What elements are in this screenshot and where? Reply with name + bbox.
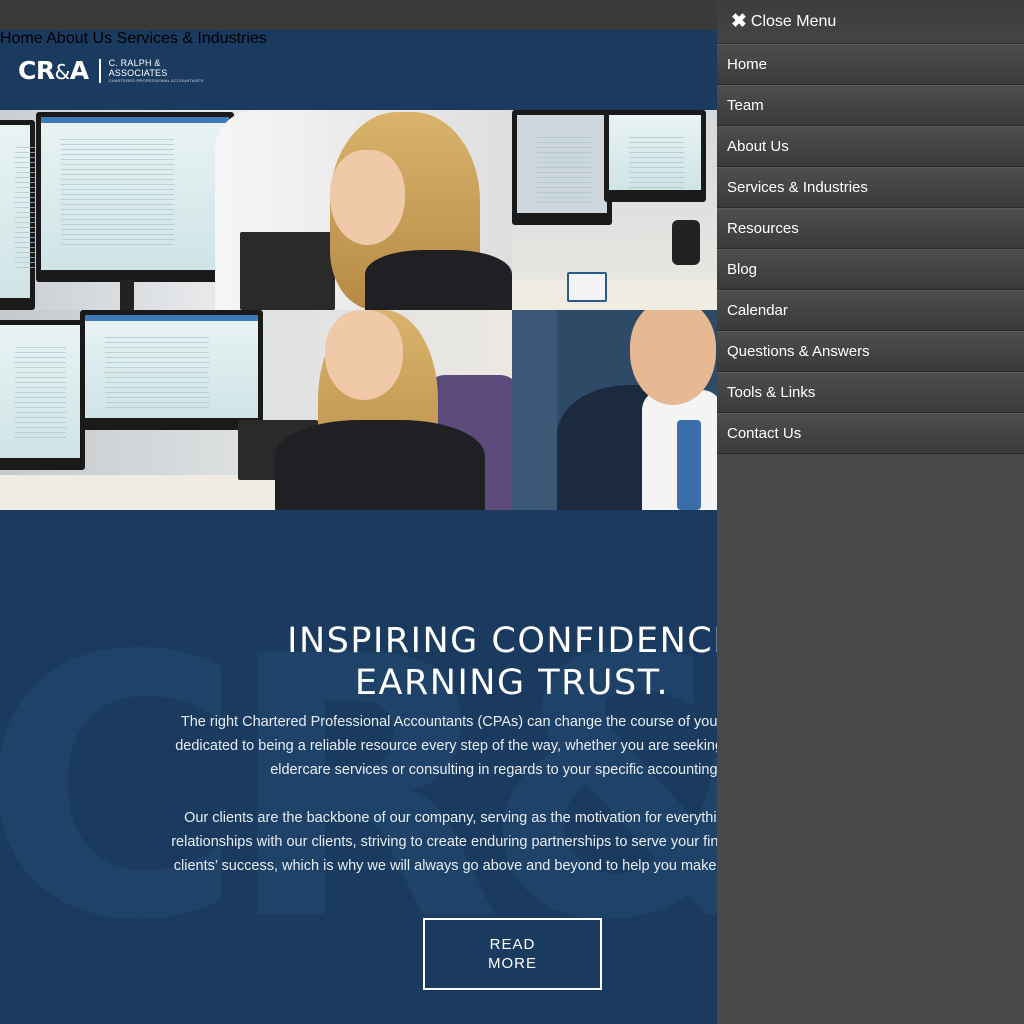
menu-item-calendar[interactable]: Calendar (717, 290, 1024, 331)
menu-item-blog[interactable]: Blog (717, 249, 1024, 290)
nav-about-us[interactable]: About Us (46, 30, 112, 47)
menu-item-questions-answers[interactable]: Questions & Answers (717, 331, 1024, 372)
menu-item-resources[interactable]: Resources (717, 208, 1024, 249)
logo-mark: CR&A (18, 56, 89, 85)
side-menu: ✖ Close Menu Home Team About Us Services… (717, 0, 1024, 1024)
menu-item-about-us[interactable]: About Us (717, 126, 1024, 167)
photo-woman-at-desk (0, 110, 512, 310)
menu-item-home[interactable]: Home (717, 44, 1024, 85)
menu-item-services-industries[interactable]: Services & Industries (717, 167, 1024, 208)
close-menu-button[interactable]: ✖ Close Menu (717, 0, 1024, 44)
menu-item-team[interactable]: Team (717, 85, 1024, 126)
photo-office-desk (512, 110, 717, 310)
logo-company-name: C. RALPH & ASSOCIATES CHARTERED PROFESSI… (108, 57, 204, 83)
close-menu-label: Close Menu (750, 12, 837, 30)
read-more-button[interactable]: READ MORE (423, 918, 602, 990)
nav-home[interactable]: Home (0, 30, 43, 47)
site-logo[interactable]: CR&A C. RALPH & ASSOCIATES CHARTERED PRO… (18, 56, 203, 85)
close-icon: ✖ (731, 11, 747, 32)
photo-man-in-suit (512, 310, 717, 510)
logo-divider (98, 58, 101, 83)
menu-item-contact-us[interactable]: Contact Us (717, 413, 1024, 454)
menu-item-tools-links[interactable]: Tools & Links (717, 372, 1024, 413)
nav-services-industries[interactable]: Services & Industries (117, 30, 267, 47)
photo-woman-smiling (0, 310, 512, 510)
hero-photo-grid (0, 110, 717, 510)
